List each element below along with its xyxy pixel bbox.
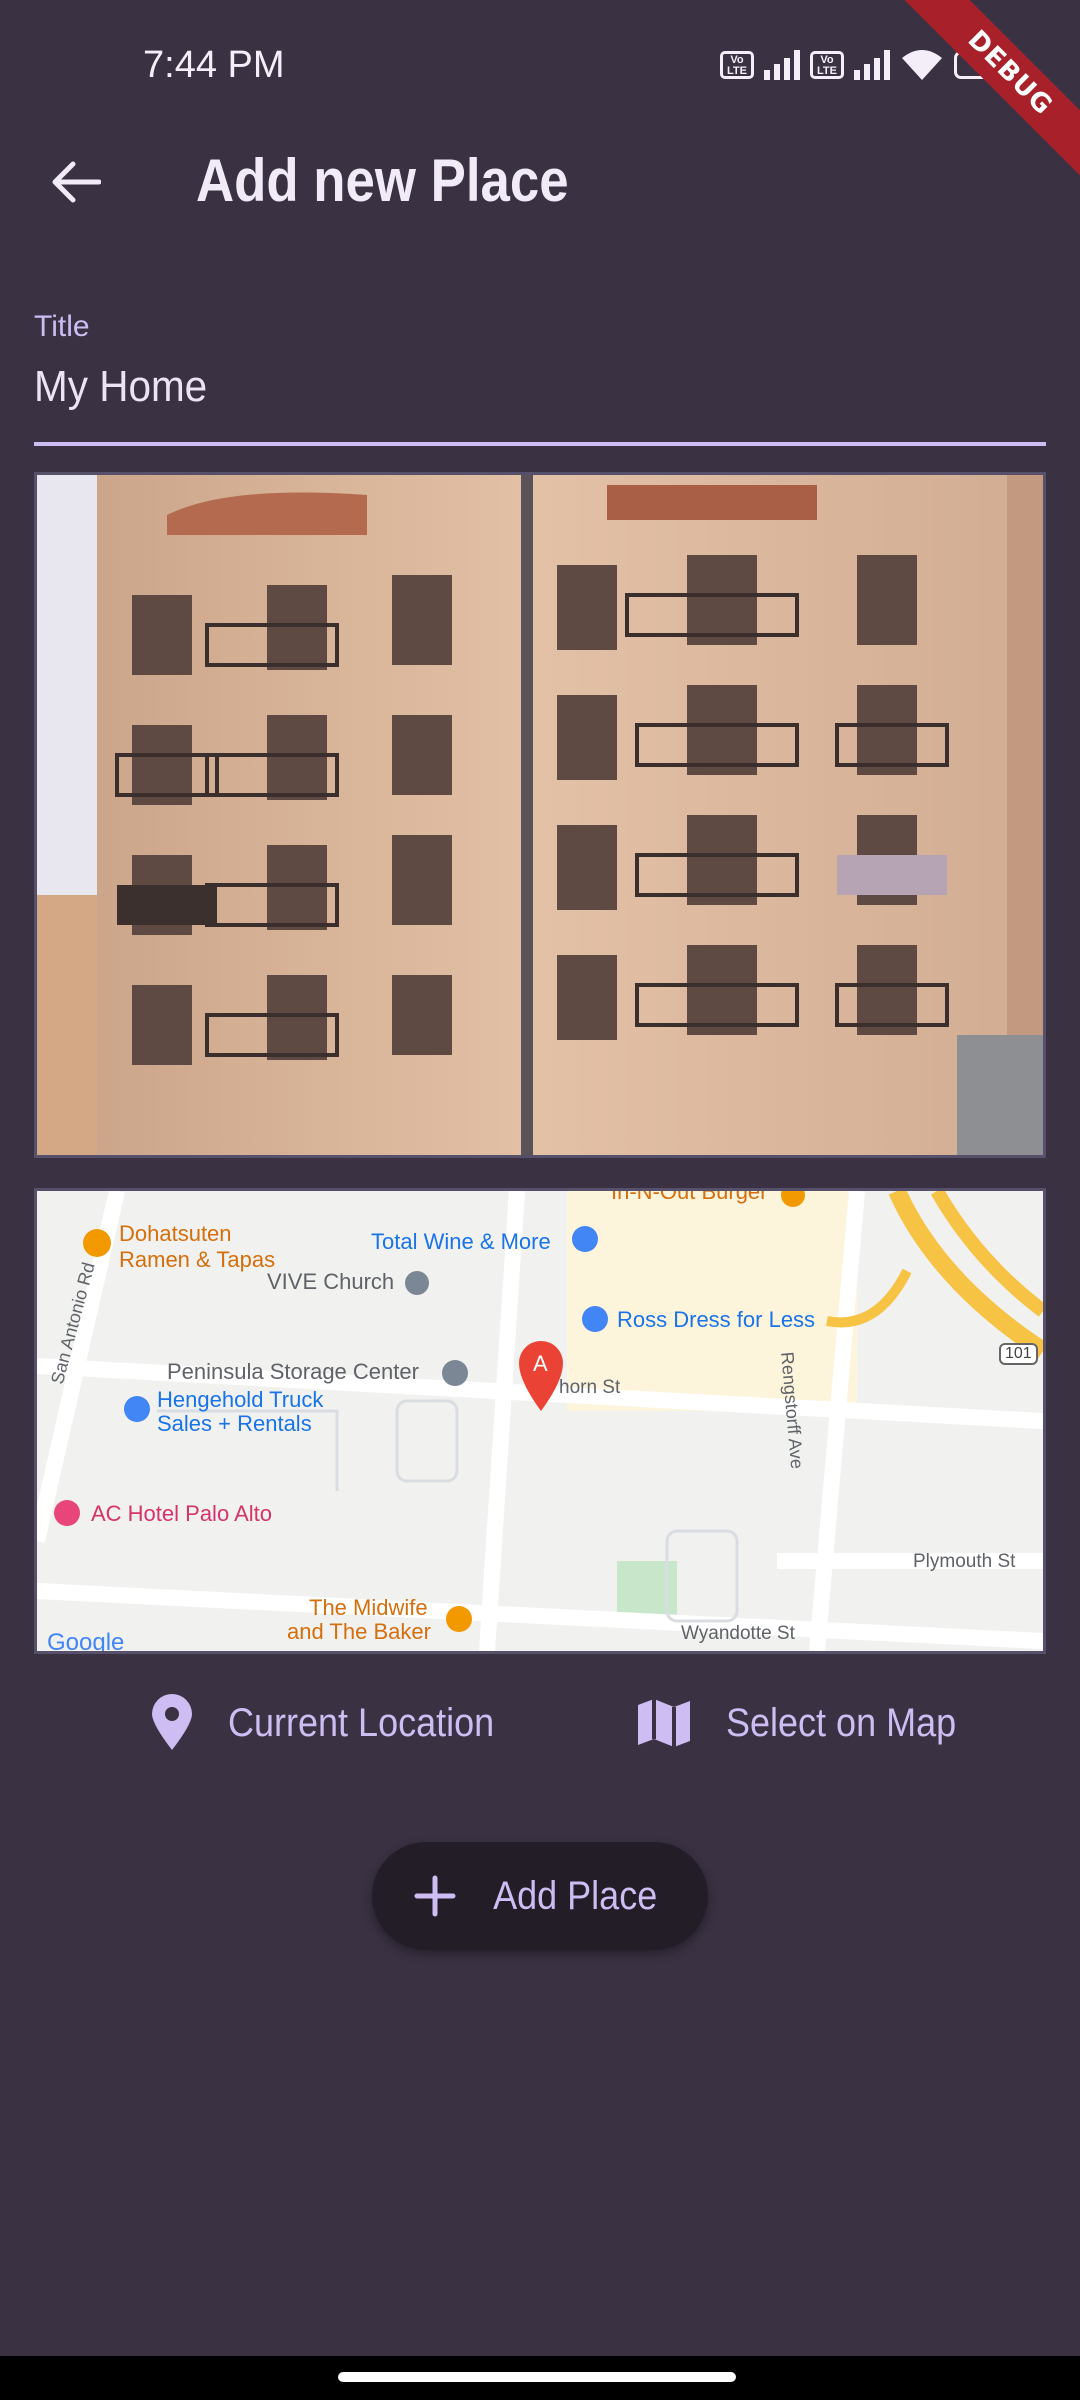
select-on-map-label: Select on Map <box>726 1700 957 1745</box>
map-street-label: Plymouth St <box>913 1551 1016 1572</box>
select-on-map-button[interactable]: Select on Map <box>636 1690 982 1756</box>
signal-icon-2 <box>854 50 890 80</box>
map-highway-label: 101 <box>999 1343 1038 1365</box>
map-place-label: AC Hotel Palo Alto <box>91 1501 272 1526</box>
status-time: 7:44 PM <box>143 44 285 86</box>
map-place-label: Ross Dress for Less <box>617 1307 816 1332</box>
map-place-label: Ramen & Tapas <box>119 1247 276 1272</box>
building-photo-image <box>37 475 1043 1155</box>
map-place-label: and The Baker <box>287 1619 431 1644</box>
wifi-icon <box>902 50 942 80</box>
map-place-label: In-N-Out Burger <box>611 1188 768 1204</box>
current-location-label: Current Location <box>228 1700 495 1745</box>
map-place-label: Total Wine & More <box>371 1229 551 1254</box>
map-place-label: The Midwife <box>309 1595 428 1620</box>
title-field[interactable]: Title My Home <box>34 310 1046 446</box>
current-location-button[interactable]: Current Location <box>150 1690 524 1756</box>
add-place-button[interactable]: Add Place <box>372 1842 708 1950</box>
map-marker-label: A <box>533 1351 548 1376</box>
map-street-label: horn St <box>559 1377 621 1398</box>
plus-icon <box>414 1875 456 1917</box>
volte-icon: Vo LTE <box>720 51 754 79</box>
status-bar: 7:44 PM VoLTE VoLTE 75 <box>0 0 1080 130</box>
page-title: Add new Place <box>196 147 569 214</box>
title-field-label: Title <box>34 310 90 343</box>
map-preview: A In-N-Out Burger Dohatsuten Ramen & Tap… <box>34 1188 1046 1654</box>
back-button[interactable] <box>40 152 112 212</box>
home-indicator[interactable] <box>338 2372 736 2382</box>
add-place-label: Add Place <box>492 1873 658 1918</box>
app-bar: Add new Place <box>0 130 1080 234</box>
place-photo <box>34 472 1046 1158</box>
map-place-label: VIVE Church <box>267 1269 395 1294</box>
arrow-left-icon <box>52 161 101 203</box>
google-logo: Google <box>47 1629 125 1654</box>
signal-icon <box>764 50 800 80</box>
system-nav-bar <box>0 2356 1080 2400</box>
map-place-label: Dohatsuten <box>119 1221 232 1246</box>
map-icon <box>638 1699 690 1747</box>
map-street-label: Wyandotte St <box>681 1623 795 1644</box>
title-field-value[interactable]: My Home <box>34 362 207 412</box>
volte-icon-2: Vo LTE <box>810 51 844 79</box>
map-place-label: Sales + Rentals <box>157 1411 312 1436</box>
map-place-label: Peninsula Storage Center <box>167 1359 419 1384</box>
map-place-label: Hengehold Truck <box>157 1387 324 1412</box>
title-field-underline <box>34 442 1046 446</box>
location-pin-icon <box>152 1694 192 1750</box>
